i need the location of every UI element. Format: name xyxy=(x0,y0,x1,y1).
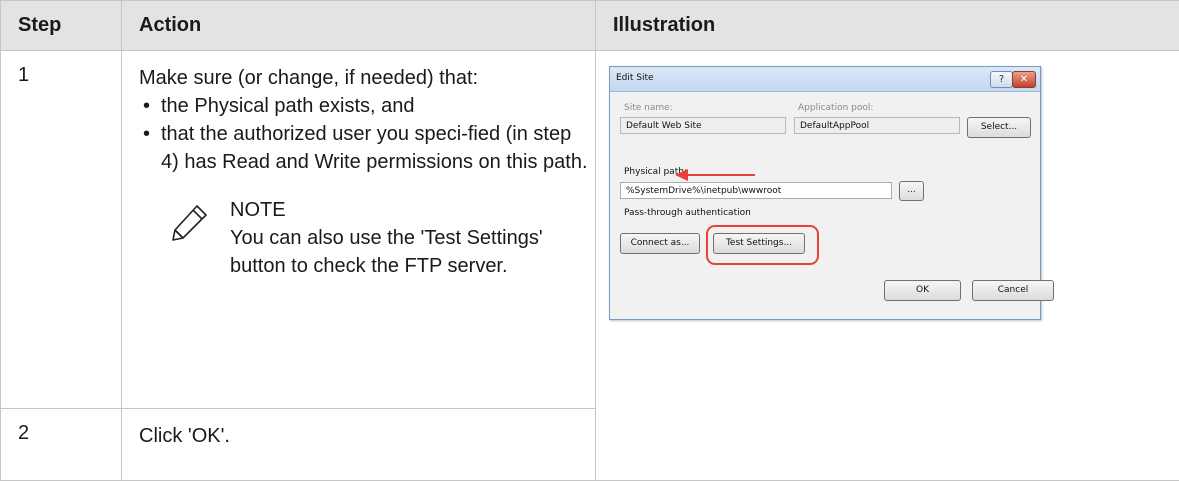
dialog-titlebar: Edit Site ? ✕ xyxy=(610,67,1040,92)
header-step: Step xyxy=(1,1,122,51)
cancel-button[interactable]: Cancel xyxy=(972,280,1054,301)
browse-button[interactable]: ... xyxy=(899,181,924,201)
step-number: 2 xyxy=(1,409,121,445)
close-icon[interactable]: ✕ xyxy=(1012,71,1036,88)
site-name-field[interactable]: Default Web Site xyxy=(620,117,786,134)
bullet-glyph: • xyxy=(143,92,150,120)
ok-button[interactable]: OK xyxy=(884,280,961,301)
header-illustration: Illustration xyxy=(596,1,1179,51)
dialog-title: Edit Site xyxy=(616,73,654,83)
edit-site-dialog: Edit Site ? ✕ Site name: Default Web Sit… xyxy=(609,66,1041,320)
site-name-label: Site name: xyxy=(624,103,673,113)
select-button[interactable]: Select... xyxy=(967,117,1031,138)
step-cell: 1 xyxy=(1,51,122,409)
note-block: NOTE You can also use the 'Test Settings… xyxy=(139,196,589,280)
bullet-glyph: • xyxy=(143,120,150,148)
help-icon[interactable]: ? xyxy=(990,71,1013,88)
bullet-text: the Physical path exists, and xyxy=(161,95,414,117)
physical-path-input[interactable]: %SystemDrive%\inetpub\wwwroot xyxy=(620,182,892,199)
action-intro: Make sure (or change, if needed) that: xyxy=(139,64,589,92)
app-pool-field[interactable]: DefaultAppPool xyxy=(794,117,960,134)
action-cell: Make sure (or change, if needed) that: •… xyxy=(122,51,596,409)
list-item: • the Physical path exists, and xyxy=(139,92,589,120)
step-number: 1 xyxy=(1,51,121,87)
note-heading: NOTE xyxy=(230,196,589,224)
header-action: Action xyxy=(122,1,596,51)
step-cell: 2 xyxy=(1,409,122,481)
list-item: • that the authorized user you speci-fied… xyxy=(139,120,589,176)
note-text: You can also use the 'Test Settings' but… xyxy=(230,224,589,280)
bullet-list: • the Physical path exists, and • that the… xyxy=(139,92,589,176)
pass-through-label: Pass-through authentication xyxy=(624,208,751,218)
red-arrow-icon xyxy=(675,168,757,182)
pencil-icon xyxy=(170,202,210,242)
bullet-text: that the authorized user you speci-fied … xyxy=(161,123,588,173)
connect-as-button[interactable]: Connect as... xyxy=(620,233,700,254)
table-header-row: Step Action Illustration xyxy=(1,1,1179,51)
app-pool-label: Application pool: xyxy=(798,103,873,113)
action-cell: Click 'OK'. xyxy=(122,409,596,481)
highlight-box xyxy=(706,225,819,265)
action-text: Click 'OK'. xyxy=(122,409,595,450)
